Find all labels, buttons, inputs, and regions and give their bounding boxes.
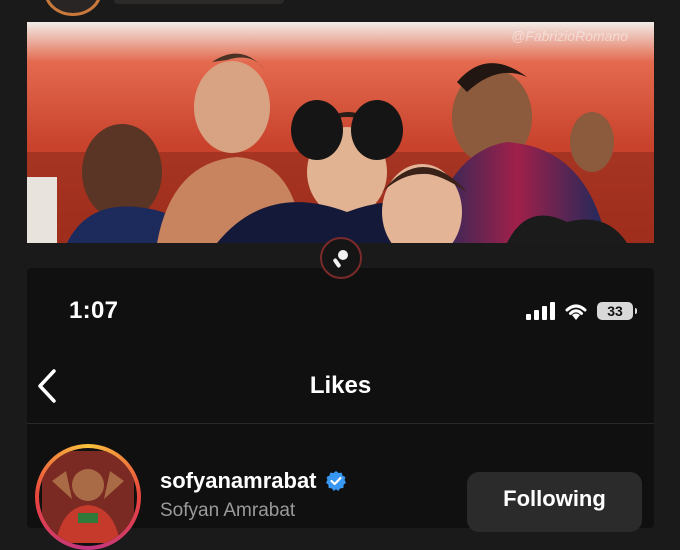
post-image[interactable]: @FabrizioRomano xyxy=(27,22,654,243)
list-item[interactable]: sofyanamrabat Sofyan Amrabat Following xyxy=(27,440,654,550)
avatar-photo xyxy=(42,451,134,543)
status-icons: 33 xyxy=(525,300,637,322)
status-time: 1:07 xyxy=(69,297,119,324)
header-divider xyxy=(27,423,654,424)
battery-icon: 33 xyxy=(597,302,637,320)
previous-post-username-fragment xyxy=(114,0,284,4)
avatar[interactable] xyxy=(35,444,141,550)
following-button[interactable]: Following xyxy=(467,472,642,532)
players-illustration xyxy=(27,53,654,243)
cellular-signal-icon xyxy=(526,302,555,320)
page-title: Likes xyxy=(309,372,372,399)
banner-watermark: @FabrizioRomano xyxy=(511,28,628,44)
username-text[interactable]: sofyanamrabat xyxy=(160,468,317,494)
previous-post-avatar[interactable] xyxy=(44,0,102,16)
username[interactable]: sofyanamrabat xyxy=(160,468,347,494)
embedded-phone-screenshot: 1:07 33 Likes sofyanamrabat Sofyan Amrab… xyxy=(27,268,654,550)
full-name: Sofyan Amrabat xyxy=(160,500,296,521)
wifi-icon xyxy=(565,304,587,320)
verified-badge-icon xyxy=(325,471,346,491)
microphone-logo-icon xyxy=(320,237,362,279)
